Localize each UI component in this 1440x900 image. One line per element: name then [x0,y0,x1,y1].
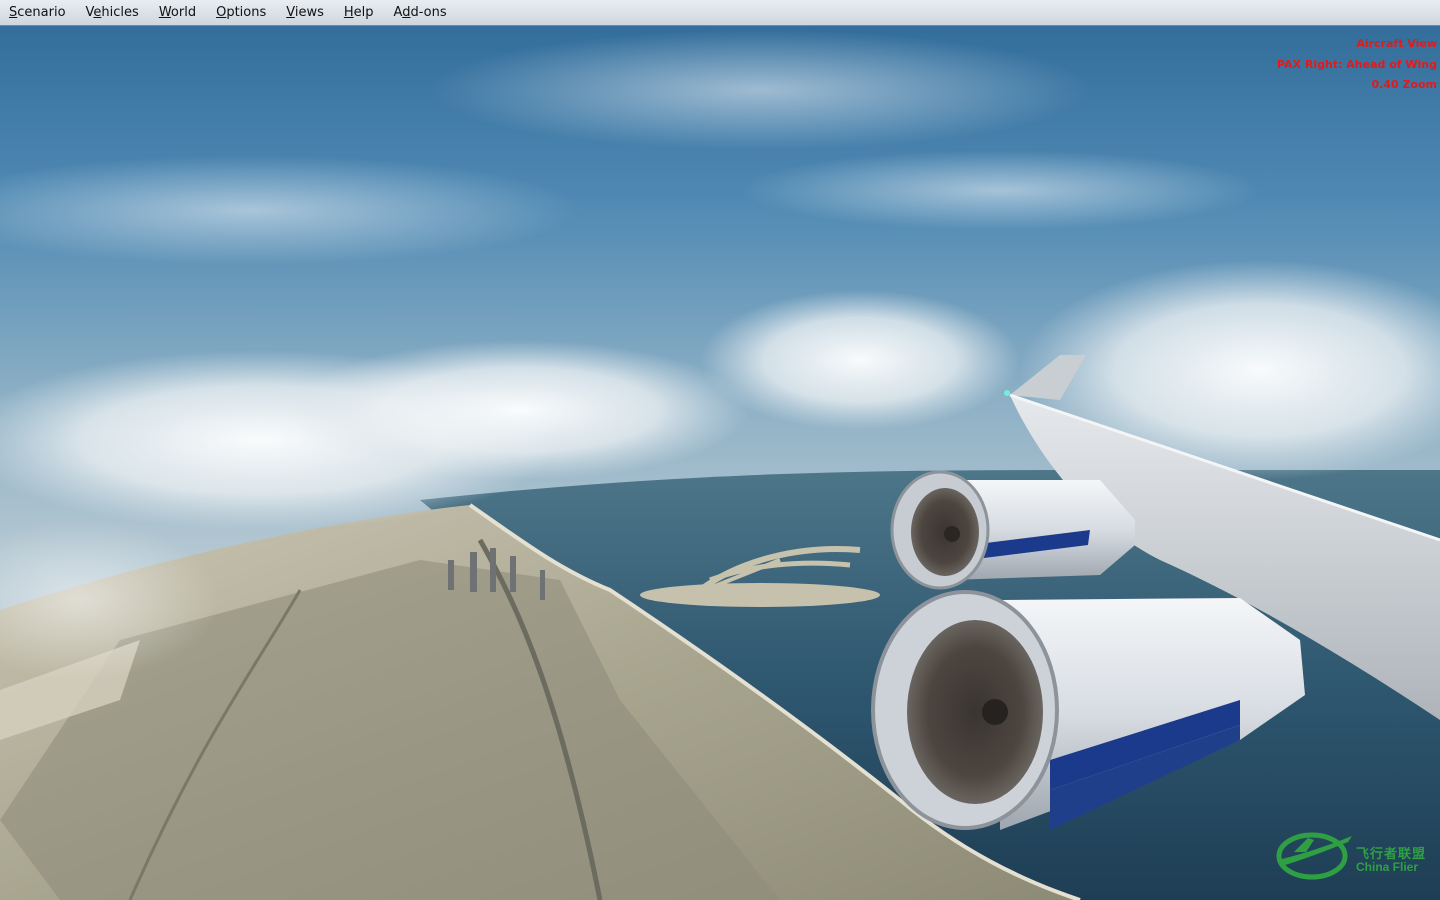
menu-label: iews [294,4,324,20]
menu-label: elp [353,4,374,20]
cirrus-cloud [430,30,1090,150]
menu-label: orld [170,4,197,20]
view-info-overlay: Aircraft View PAX Right: Ahead of Wing 0… [1277,34,1437,96]
menu-bar: Scenario Vehicles World Options Views He… [0,0,1440,26]
menu-options[interactable]: Options [206,0,276,26]
cirrus-cloud [740,150,1260,230]
menu-accelerator: H [343,4,354,20]
menu-add-ons[interactable]: Add-ons [384,0,457,26]
menu-accelerator: V [286,4,295,20]
menu-label: A [393,4,403,20]
menu-world[interactable]: World [149,0,206,26]
cumulus-cloud [700,290,1020,430]
menu-help[interactable]: Help [334,0,384,26]
zoom-level-text: 0.40 Zoom [1371,78,1437,91]
view-position-text: PAX Right: Ahead of Wing [1276,57,1437,71]
menu-scenario[interactable]: Scenario [0,0,76,26]
simulator-scene [0,0,1440,900]
china-flier-watermark: 飞行者联盟 China Flier [1272,826,1436,882]
cumulus-cloud [290,340,750,480]
menu-accelerator: O [216,4,227,20]
nav-light [1004,390,1010,396]
menu-label: hicles [101,4,139,20]
menu-accelerator: W [158,4,171,20]
menu-label: ptions [226,4,267,20]
menu-label: cenario [17,4,66,20]
menu-vehicles[interactable]: Vehicles [76,0,149,26]
watermark-english-text: China Flier [1356,860,1419,874]
view-mode-text: Aircraft View [1356,37,1437,50]
engine-outer [890,470,1135,590]
china-flier-logo-icon [1276,832,1352,880]
menu-views[interactable]: Views [276,0,334,26]
menu-label: d-ons [410,4,447,20]
